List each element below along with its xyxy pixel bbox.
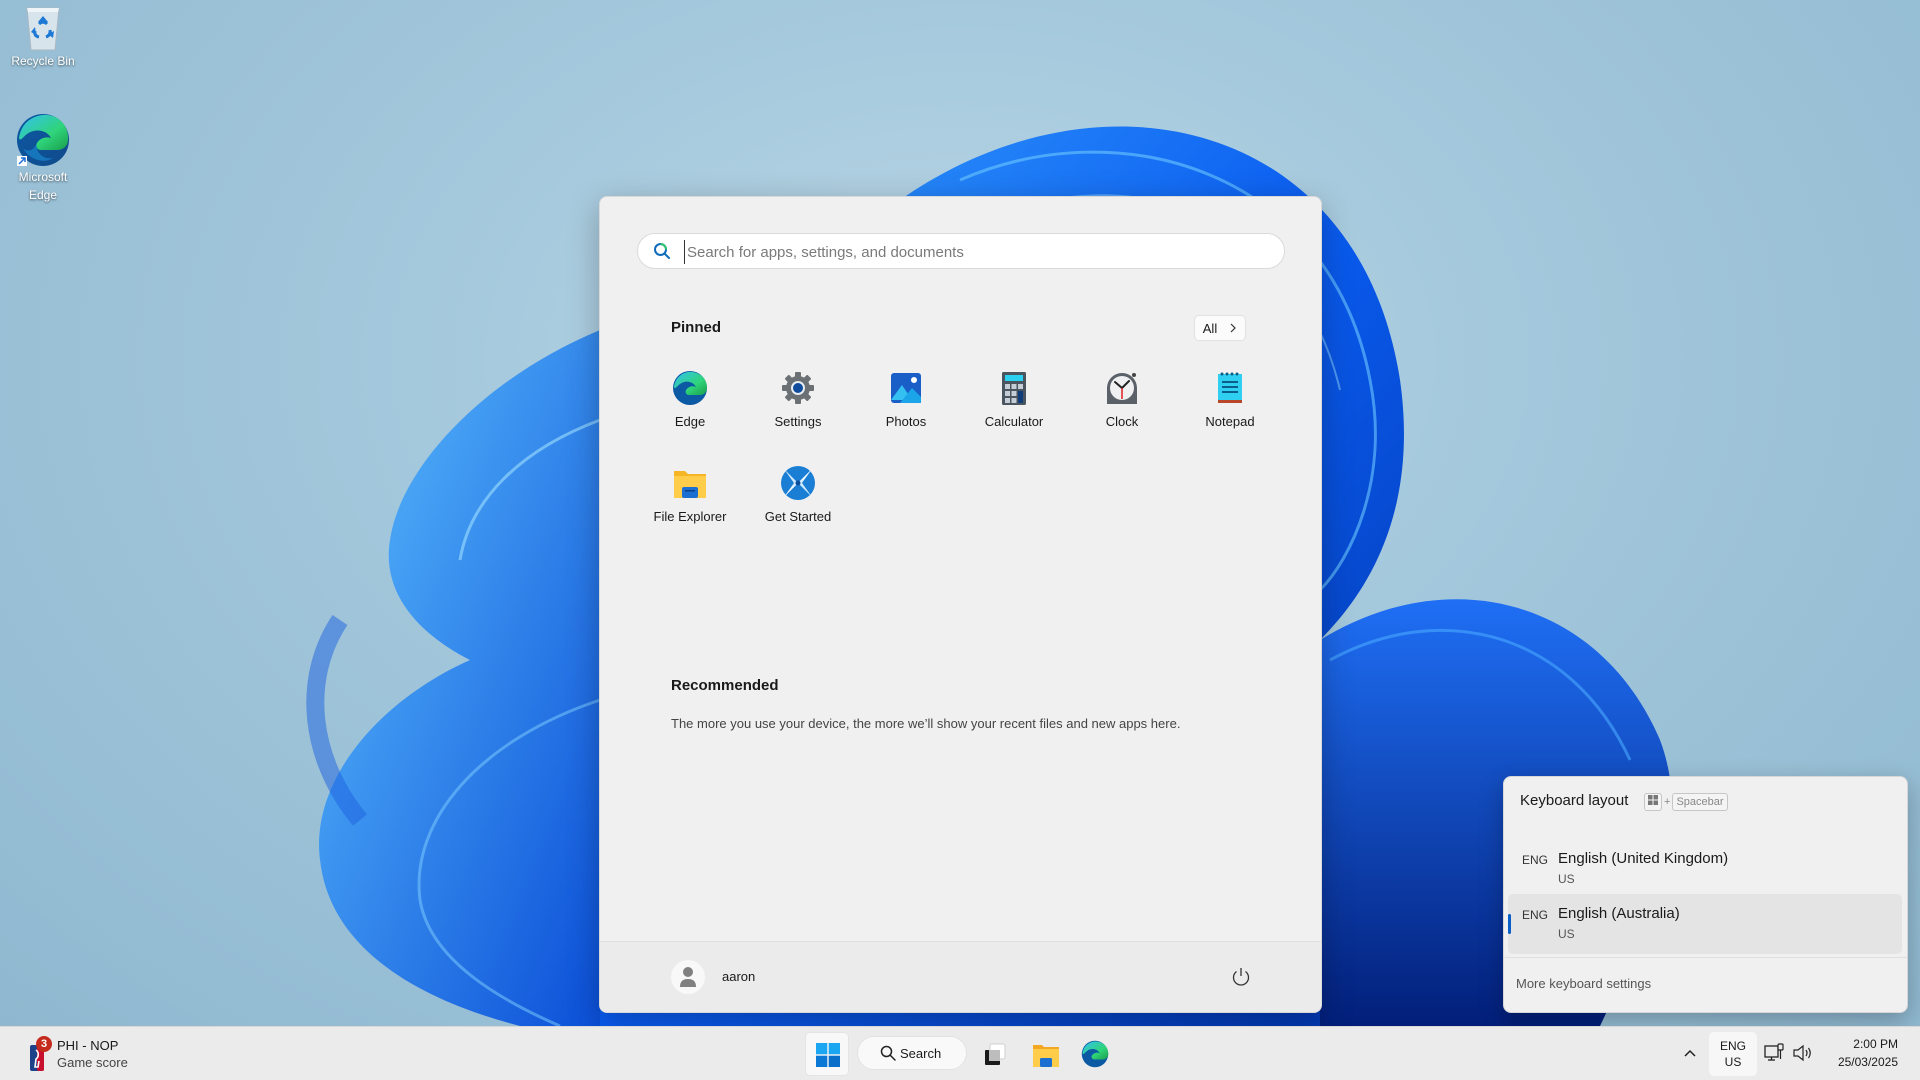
recommended-title: Recommended [671, 677, 779, 694]
notepad-icon [1218, 372, 1242, 403]
taskbar-file-explorer-button[interactable] [1023, 1032, 1067, 1076]
edge-icon [17, 114, 69, 166]
all-apps-button[interactable]: All [1194, 315, 1246, 341]
user-avatar[interactable] [671, 960, 705, 994]
taskbar-search-button[interactable]: Search [857, 1036, 967, 1070]
chevron-up-icon [1684, 1049, 1696, 1057]
edge-icon [673, 371, 707, 405]
language-name: English (United Kingdom) [1558, 850, 1729, 867]
language-option-en-au[interactable]: ENG English (Australia) US [1508, 894, 1902, 954]
clock-button[interactable]: 2:00 PM 25/03/2025 [1838, 1035, 1898, 1071]
task-view-button[interactable] [972, 1032, 1016, 1076]
shortcut-plus: + [1664, 796, 1671, 808]
pinned-app-label: File Explorer [653, 509, 727, 524]
pinned-app-photos[interactable]: Photos [856, 362, 956, 442]
widget-title: PHI - NOP [57, 1038, 119, 1053]
input-layout: US [1724, 1055, 1742, 1069]
more-keyboard-settings-link[interactable]: More keyboard settings [1516, 976, 1651, 991]
power-icon [1232, 968, 1250, 986]
clock-date: 25/03/2025 [1837, 1055, 1898, 1069]
keyboard-layout-title: Keyboard layout [1520, 792, 1629, 809]
recycle-bin-icon [26, 7, 60, 51]
network-button[interactable] [1763, 1042, 1785, 1069]
notification-badge: 3 [36, 1036, 52, 1052]
task-view-icon [985, 1043, 1006, 1065]
taskbar-edge-button[interactable] [1073, 1032, 1117, 1076]
spacebar-key: Spacebar [1672, 793, 1728, 811]
folder-icon [1033, 1045, 1059, 1067]
input-indicator-button[interactable]: ENG US [1709, 1032, 1757, 1076]
chevron-right-icon [1230, 323, 1237, 333]
widgets-button[interactable]: 3 PHI - NOP Game score [26, 1035, 146, 1073]
volume-button[interactable] [1792, 1043, 1814, 1068]
pinned-app-label: Notepad [1205, 414, 1255, 429]
calculator-icon [1002, 372, 1026, 405]
pinned-app-label: Get Started [764, 509, 832, 524]
start-menu: Pinned All Edge Settings [599, 196, 1322, 1013]
language-layout: US [1558, 927, 1575, 941]
input-language: ENG [1719, 1039, 1746, 1053]
pinned-app-label: Photos [885, 414, 927, 429]
search-icon [880, 1045, 896, 1061]
taskbar-search-label: Search [900, 1046, 942, 1061]
windows-logo-icon [816, 1043, 840, 1067]
start-button[interactable] [805, 1032, 849, 1076]
language-name: English (Australia) [1558, 905, 1680, 922]
user-name[interactable]: aaron [722, 969, 755, 984]
get-started-icon [781, 466, 815, 500]
pinned-title: Pinned [671, 319, 722, 336]
edge-icon [1081, 1040, 1109, 1068]
show-hidden-icons-button[interactable] [1678, 1041, 1702, 1065]
user-icon [680, 967, 696, 987]
pinned-app-label: Settings [774, 414, 822, 429]
language-layout: US [1558, 872, 1575, 886]
language-code: ENG [1522, 853, 1549, 867]
photos-icon [891, 373, 921, 403]
pinned-app-calculator[interactable]: Calculator [964, 362, 1064, 442]
widget-subtitle: Game score [57, 1055, 128, 1070]
language-option-en-gb[interactable]: ENG English (United Kingdom) US [1508, 839, 1902, 899]
start-search-input[interactable] [684, 240, 1269, 264]
edge-desktop-label-line2: Edge [28, 188, 58, 202]
power-button[interactable] [1227, 963, 1255, 991]
clock-icon [1107, 373, 1137, 404]
flyout-divider [1504, 957, 1907, 958]
folder-icon [674, 471, 706, 498]
network-wired-icon [1764, 1043, 1784, 1061]
language-code: ENG [1522, 908, 1549, 922]
pinned-app-file-explorer[interactable]: File Explorer [640, 457, 740, 537]
pinned-app-settings[interactable]: Settings [748, 362, 848, 442]
selected-indicator [1508, 914, 1511, 934]
pinned-app-get-started[interactable]: Get Started [748, 457, 848, 537]
pinned-app-edge[interactable]: Edge [640, 362, 740, 442]
recommended-empty-text: The more you use your device, the more w… [671, 716, 1181, 731]
desktop-icon-recycle-bin[interactable]: Recycle Bin [0, 4, 86, 70]
recycle-bin-label: Recycle Bin [11, 54, 75, 68]
pinned-app-label: Clock [1105, 414, 1139, 429]
start-search-box[interactable] [637, 233, 1285, 269]
search-icon [654, 243, 670, 259]
gear-icon [782, 372, 814, 404]
desktop-icon-edge[interactable]: Microsoft Edge [0, 112, 86, 204]
all-apps-label: All [1202, 320, 1218, 336]
pinned-app-label: Calculator [984, 414, 1044, 429]
clock-time: 2:00 PM [1853, 1037, 1898, 1051]
keyboard-shortcut-hint: + Spacebar [1644, 793, 1728, 811]
keyboard-layout-flyout: Keyboard layout + Spacebar ENG English (… [1503, 776, 1908, 1013]
edge-desktop-label-line1: Microsoft [18, 170, 68, 184]
speaker-icon [1793, 1044, 1811, 1062]
pinned-app-label: Edge [674, 414, 706, 429]
windows-key-icon [1644, 793, 1662, 811]
pinned-app-clock[interactable]: Clock [1072, 362, 1172, 442]
start-menu-footer: aaron [600, 941, 1321, 1012]
taskbar: 3 PHI - NOP Game score Search ENG US 2:0… [0, 1026, 1920, 1080]
pinned-app-notepad[interactable]: Notepad [1180, 362, 1280, 442]
